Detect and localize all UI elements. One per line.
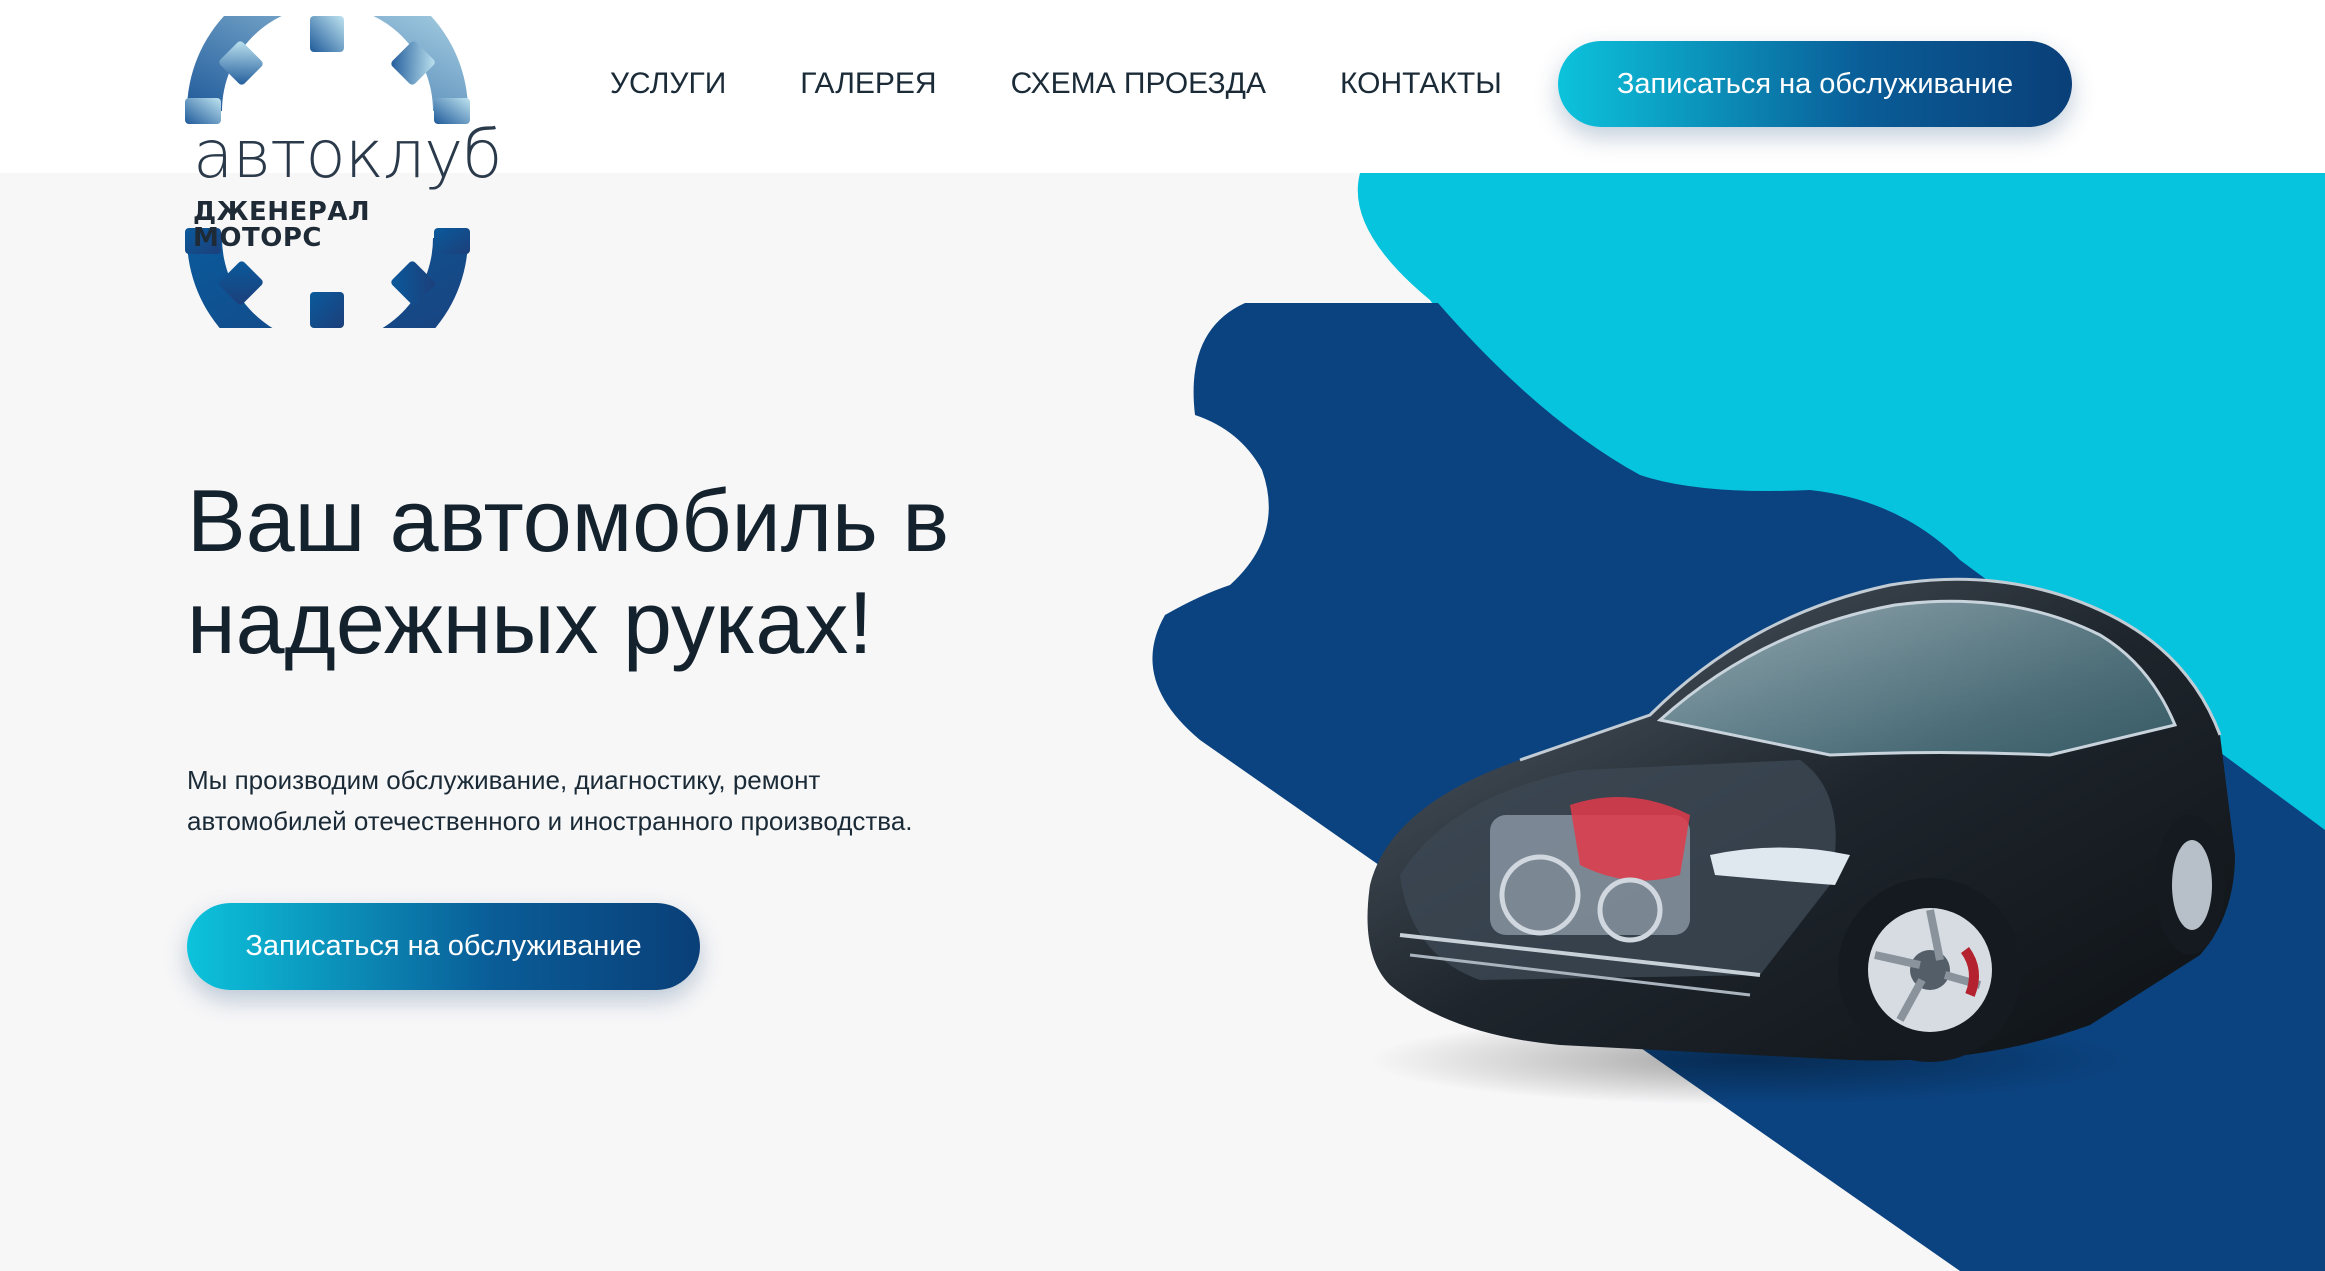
hero-title: Ваш автомобиль в надежных руках!	[187, 470, 1007, 674]
car-xray-image	[1367, 577, 2235, 1105]
hero-title-line-2: надежных руках!	[187, 573, 873, 672]
hero-booking-button[interactable]: Записаться на обслуживание	[187, 903, 700, 990]
hero-title-line-1: Ваш автомобиль в	[187, 471, 950, 570]
hero-description-line-1: Мы производим обслуживание, диагностику,…	[187, 765, 821, 795]
main-nav: УСЛУГИ ГАЛЕРЕЯ СХЕМА ПРОЕЗДА КОНТАКТЫ	[610, 62, 1576, 106]
logo-subtitle: ДЖЕНЕРАЛ МОТОРС	[193, 197, 371, 253]
hero-description: Мы производим обслуживание, диагностику,…	[187, 760, 987, 842]
nav-item-contacts[interactable]: КОНТАКТЫ	[1340, 62, 1502, 106]
nav-item-directions[interactable]: СХЕМА ПРОЕЗДА	[1011, 62, 1266, 106]
logo[interactable]: автоклуб ДЖЕНЕРАЛ МОТОРС	[185, 16, 503, 328]
hero-description-line-2: автомобилей отечественного и иностранног…	[187, 806, 913, 836]
header-booking-button[interactable]: Записаться на обслуживание	[1558, 41, 2072, 127]
logo-wordmark: автоклуб	[193, 116, 503, 193]
nav-item-services[interactable]: УСЛУГИ	[610, 62, 726, 106]
nav-item-gallery[interactable]: ГАЛЕРЕЯ	[800, 62, 936, 106]
